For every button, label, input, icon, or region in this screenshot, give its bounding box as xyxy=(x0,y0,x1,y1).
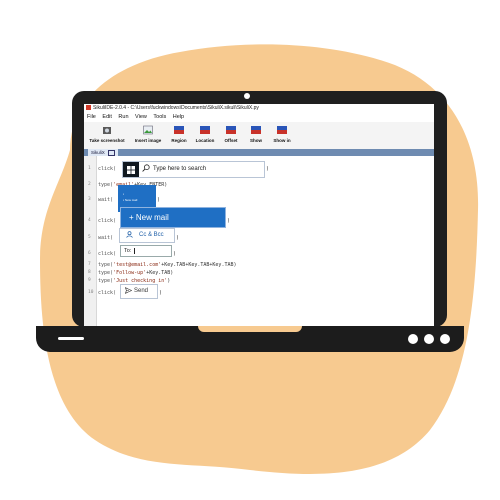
line-number-gutter: 1 2 3 4 5 6 7 8 9 10 xyxy=(84,156,97,326)
region-button[interactable]: Region xyxy=(166,125,192,149)
code-line-6[interactable]: click( xyxy=(98,251,116,257)
location-icon xyxy=(200,126,210,134)
code-line-8[interactable]: type('Follow-up'+Key.TAB) xyxy=(98,270,173,276)
region-icon xyxy=(174,126,184,134)
code-line-4[interactable]: click( xyxy=(98,218,116,224)
line-number: 1 xyxy=(88,166,91,171)
code-paren: ) xyxy=(159,290,163,296)
show-icon xyxy=(251,126,261,134)
laptop-screen: SikuliIDE-2.0.4 - C:\Users\fuckwindows\D… xyxy=(84,104,434,326)
laptop-base xyxy=(36,326,464,352)
pattern-to-field[interactable]: To: xyxy=(120,245,172,257)
location-button[interactable]: Location xyxy=(192,125,218,149)
code-paren: ) xyxy=(173,251,177,257)
indicator-dot xyxy=(440,334,450,344)
line-number: 10 xyxy=(88,290,94,295)
code-line-7[interactable]: type('test@email.com'+Key.TAB+Key.TAB+Ke… xyxy=(98,262,237,268)
code-line-3[interactable]: wait( xyxy=(98,197,113,203)
line-number: 4 xyxy=(88,218,91,223)
menu-view[interactable]: View xyxy=(135,114,147,120)
pattern-taskbar-search[interactable]: Type here to search xyxy=(122,161,265,178)
insert-image-button[interactable]: Insert image xyxy=(130,125,166,149)
line-number: 2 xyxy=(88,182,91,187)
send-icon xyxy=(124,287,133,294)
menu-edit[interactable]: Edit xyxy=(102,114,111,120)
image-icon xyxy=(143,125,153,135)
tab-sikulix[interactable]: SikuliX xyxy=(88,149,119,156)
pattern-new-mail[interactable]: + New mail xyxy=(120,207,226,228)
menu-run[interactable]: Run xyxy=(118,114,128,120)
base-notch xyxy=(198,326,302,332)
line-number: 3 xyxy=(88,197,91,202)
code-line-1[interactable]: click( xyxy=(98,166,116,172)
base-dash-decoration xyxy=(58,337,84,340)
code-paren: ) xyxy=(176,235,180,241)
indicator-dot xyxy=(408,334,418,344)
toolbar: Take screenshot Insert image Region Loca… xyxy=(84,122,434,149)
sikuli-app-icon xyxy=(86,105,91,111)
take-screenshot-button[interactable]: Take screenshot xyxy=(84,125,130,149)
line-number: 5 xyxy=(88,235,91,240)
indicator-dot xyxy=(424,334,434,344)
pattern-send-button[interactable]: Send xyxy=(120,284,158,299)
window-title-bar: SikuliIDE-2.0.4 - C:\Users\fuckwindows\D… xyxy=(84,104,434,113)
taskbar-search-box: Type here to search xyxy=(142,162,206,177)
camera-icon xyxy=(103,127,111,134)
code-paren: ) xyxy=(157,197,161,203)
menu-help[interactable]: Help xyxy=(173,114,184,120)
search-icon xyxy=(142,164,150,173)
menu-tools[interactable]: Tools xyxy=(153,114,166,120)
offset-icon xyxy=(226,126,236,134)
line-number: 7 xyxy=(88,262,91,267)
windows-start-button xyxy=(123,162,139,177)
offset-button[interactable]: Offset xyxy=(218,125,244,149)
pattern-cc-bcc[interactable]: Cc & Bcc xyxy=(119,228,175,243)
line-number: 6 xyxy=(88,251,91,256)
menu-bar: File Edit Run View Tools Help xyxy=(84,113,434,122)
code-line-10[interactable]: click( xyxy=(98,290,116,296)
close-tab-icon[interactable] xyxy=(108,149,116,156)
show-in-icon xyxy=(277,126,287,134)
line-number: 8 xyxy=(88,270,91,275)
tab-strip: SikuliX xyxy=(84,149,434,156)
menu-file[interactable]: File xyxy=(87,114,96,120)
webcam-icon xyxy=(244,93,250,99)
show-button[interactable]: Show xyxy=(244,125,268,149)
line-number: 9 xyxy=(88,278,91,283)
code-paren: ) xyxy=(227,218,231,224)
window-title: SikuliIDE-2.0.4 - C:\Users\fuckwindows\D… xyxy=(93,105,259,111)
show-in-button[interactable]: Show in xyxy=(268,125,296,149)
text-cursor-icon xyxy=(133,247,135,254)
person-icon xyxy=(126,231,133,238)
windows-logo-icon xyxy=(127,166,135,174)
code-paren: ) xyxy=(266,166,270,172)
code-line-5[interactable]: wait( xyxy=(98,235,113,241)
